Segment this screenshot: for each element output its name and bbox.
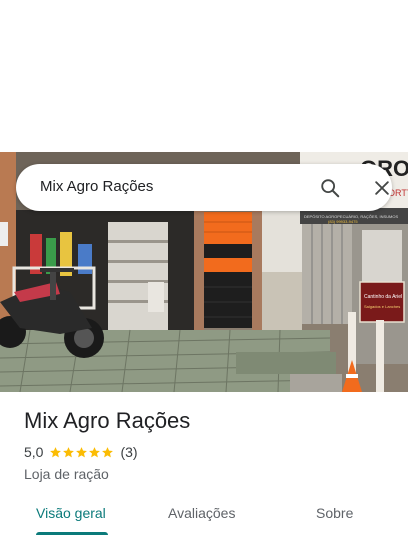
place-category: Loja de ração [24,466,109,482]
rating-row[interactable]: 5,0 (3) [24,444,138,460]
star-icon [89,446,101,457]
search-bar[interactable]: Mix Agro Rações [16,164,392,211]
rating-count: (3) [120,444,138,460]
sign-red-sub: Salgados e Lanches [364,304,400,309]
tab-about[interactable]: Sobre [316,505,353,521]
tab-reviews[interactable]: Avaliações [168,505,235,521]
sign-phone: (83) 99933-9475 [328,219,358,224]
active-tab-indicator [36,532,108,535]
close-icon[interactable] [369,175,395,201]
sign-red-title: Cantinho da Ariel [364,294,402,300]
star-icon [63,446,75,457]
place-tabs: Visão geral Avaliações Sobre [0,500,408,544]
star-icon [50,446,62,457]
rating-value: 5,0 [24,444,44,460]
search-input[interactable]: Mix Agro Rações [40,178,153,195]
star-icon [76,446,88,457]
star-icon [102,446,114,457]
search-icon[interactable] [317,175,343,201]
place-title: Mix Agro Rações [24,408,191,433]
tab-overview[interactable]: Visão geral [36,505,106,521]
map-blank-area [0,0,408,152]
rating-stars [49,446,114,459]
